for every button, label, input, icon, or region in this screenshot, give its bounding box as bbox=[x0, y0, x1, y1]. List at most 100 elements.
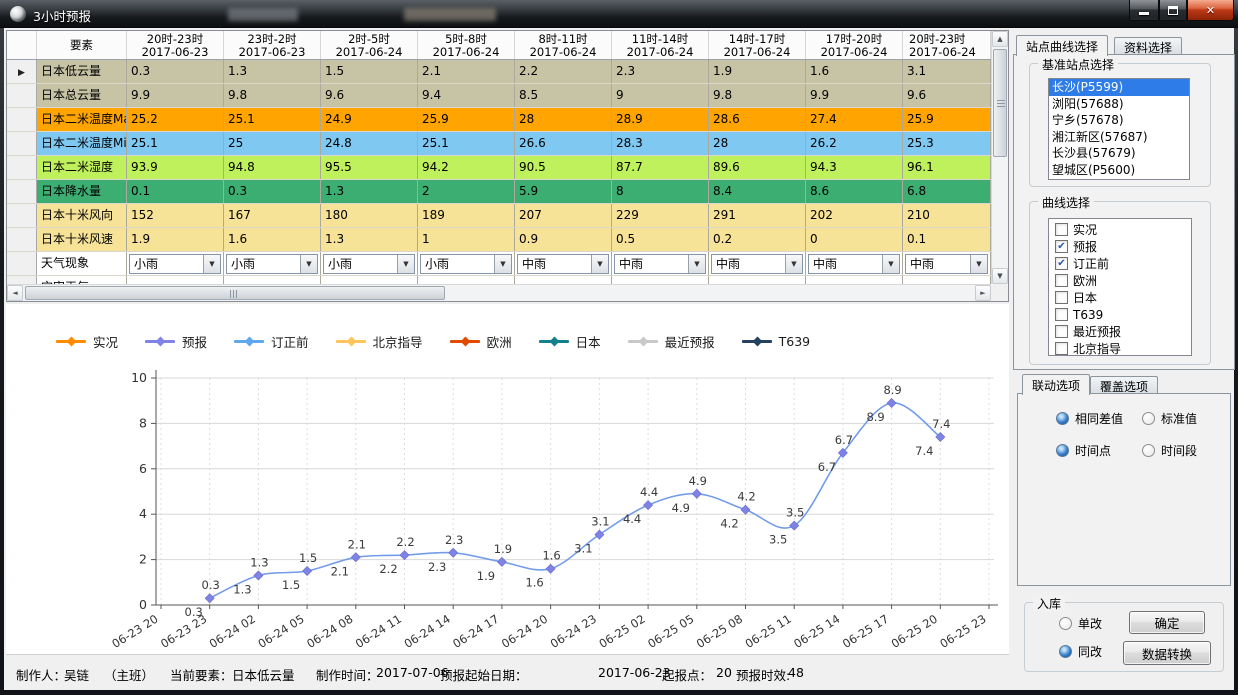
value-cell[interactable]: 1.3 bbox=[321, 180, 418, 203]
value-cell[interactable]: 9.9 bbox=[127, 84, 224, 107]
row-selector[interactable] bbox=[7, 276, 37, 284]
row-selector[interactable] bbox=[7, 228, 37, 251]
checkbox-icon[interactable] bbox=[1055, 308, 1068, 321]
weather-combobox[interactable]: 中雨▼ bbox=[905, 254, 988, 274]
value-cell[interactable]: 9.6 bbox=[903, 84, 991, 107]
row-selector[interactable] bbox=[7, 180, 37, 203]
value-cell[interactable]: 25.9 bbox=[418, 108, 515, 131]
time-column-header[interactable]: 20时-23时2017-06-23 bbox=[127, 31, 224, 59]
dropdown-arrow-icon[interactable]: ▼ bbox=[300, 255, 317, 273]
value-cell[interactable] bbox=[612, 276, 709, 284]
value-cell[interactable]: 95.5 bbox=[321, 156, 418, 179]
time-column-header[interactable]: 11时-14时2017-06-24 bbox=[612, 31, 709, 59]
value-cell[interactable]: 3.1 bbox=[903, 60, 991, 83]
curve-checkbox-row[interactable]: T639 bbox=[1049, 306, 1191, 323]
radio-icon[interactable] bbox=[1059, 645, 1072, 658]
radio-icon[interactable] bbox=[1059, 617, 1072, 630]
value-cell[interactable]: 1.3 bbox=[321, 228, 418, 251]
value-cell[interactable]: 5.9 bbox=[515, 180, 612, 203]
dropdown-arrow-icon[interactable]: ▼ bbox=[203, 255, 220, 273]
time-column-header[interactable]: 20时-23时2017-06-24 bbox=[903, 31, 991, 59]
station-option[interactable]: 宁乡(57678) bbox=[1049, 112, 1189, 129]
value-cell[interactable]: 0.3 bbox=[224, 180, 321, 203]
dropdown-arrow-icon[interactable]: ▼ bbox=[397, 255, 414, 273]
radio-option[interactable]: 相同差值 bbox=[1056, 410, 1123, 427]
value-cell[interactable]: 1 bbox=[418, 228, 515, 251]
value-cell[interactable] bbox=[709, 276, 806, 284]
value-cell[interactable]: 6.8 bbox=[903, 180, 991, 203]
value-cell[interactable]: 2 bbox=[418, 180, 515, 203]
value-cell[interactable]: 0.9 bbox=[515, 228, 612, 251]
weather-combobox[interactable]: 中雨▼ bbox=[517, 254, 609, 274]
minimize-button[interactable] bbox=[1129, 0, 1159, 21]
value-cell[interactable]: 2.1 bbox=[418, 60, 515, 83]
radio-icon[interactable] bbox=[1056, 444, 1069, 457]
vertical-scrollbar[interactable]: ▲ ▼ bbox=[991, 31, 1008, 284]
value-cell[interactable]: 152 bbox=[127, 204, 224, 227]
value-cell[interactable]: 0.1 bbox=[903, 228, 991, 251]
weather-combobox[interactable]: 小雨▼ bbox=[420, 254, 512, 274]
value-cell[interactable]: 25.1 bbox=[418, 132, 515, 155]
close-button[interactable]: ✕ bbox=[1187, 0, 1234, 21]
value-cell[interactable]: 26.2 bbox=[806, 132, 903, 155]
value-cell[interactable]: 180 bbox=[321, 204, 418, 227]
value-cell[interactable]: 93.9 bbox=[127, 156, 224, 179]
radio-option[interactable]: 时间段 bbox=[1142, 442, 1197, 459]
value-cell[interactable]: 229 bbox=[612, 204, 709, 227]
value-cell[interactable]: 8.4 bbox=[709, 180, 806, 203]
value-cell[interactable]: 9.9 bbox=[806, 84, 903, 107]
curve-checkbox-row[interactable]: 日本 bbox=[1049, 289, 1191, 306]
time-column-header[interactable]: 23时-2时2017-06-23 bbox=[224, 31, 321, 59]
value-cell[interactable]: 26.6 bbox=[515, 132, 612, 155]
weather-combobox[interactable]: 中雨▼ bbox=[711, 254, 803, 274]
value-cell[interactable] bbox=[418, 276, 515, 284]
vertical-scroll-thumb[interactable] bbox=[993, 49, 1007, 157]
weather-combobox[interactable]: 中雨▼ bbox=[614, 254, 706, 274]
curve-checkbox-list[interactable]: 实况✔预报✔订正前欧洲日本T639最近预报北京指导 bbox=[1048, 218, 1192, 356]
dropdown-arrow-icon[interactable]: ▼ bbox=[591, 255, 608, 273]
value-cell[interactable]: 25.1 bbox=[224, 108, 321, 131]
value-cell[interactable]: 94.3 bbox=[806, 156, 903, 179]
value-cell[interactable]: 9.4 bbox=[418, 84, 515, 107]
value-cell[interactable]: 1.3 bbox=[224, 60, 321, 83]
value-cell[interactable]: 87.7 bbox=[612, 156, 709, 179]
radio-option[interactable]: 同改 bbox=[1059, 643, 1102, 660]
value-cell[interactable]: 24.8 bbox=[321, 132, 418, 155]
value-cell[interactable]: 96.1 bbox=[903, 156, 991, 179]
station-option[interactable]: 湘江新区(57687) bbox=[1049, 129, 1189, 146]
maximize-button[interactable] bbox=[1159, 0, 1187, 21]
weather-combobox[interactable]: 小雨▼ bbox=[323, 254, 415, 274]
curve-checkbox-row[interactable]: ✔订正前 bbox=[1049, 255, 1191, 272]
value-cell[interactable]: 90.5 bbox=[515, 156, 612, 179]
value-cell[interactable]: 28 bbox=[515, 108, 612, 131]
value-cell[interactable]: 0.1 bbox=[127, 180, 224, 203]
checkbox-icon[interactable] bbox=[1055, 223, 1068, 236]
row-selector[interactable] bbox=[7, 108, 37, 131]
time-column-header[interactable]: 5时-8时2017-06-24 bbox=[418, 31, 515, 59]
value-cell[interactable]: 89.6 bbox=[709, 156, 806, 179]
value-cell[interactable]: 2.2 bbox=[515, 60, 612, 83]
scroll-down-icon[interactable]: ▼ bbox=[992, 268, 1008, 284]
checkbox-icon[interactable] bbox=[1055, 342, 1068, 355]
value-cell[interactable]: 25.3 bbox=[903, 132, 991, 155]
value-cell[interactable]: 28.6 bbox=[709, 108, 806, 131]
value-cell[interactable]: 94.2 bbox=[418, 156, 515, 179]
tab-link-options[interactable]: 联动选项 bbox=[1022, 374, 1090, 395]
horizontal-scroll-thumb[interactable] bbox=[25, 286, 445, 300]
curve-checkbox-row[interactable]: 欧洲 bbox=[1049, 272, 1191, 289]
radio-icon[interactable] bbox=[1056, 412, 1069, 425]
scroll-right-icon[interactable]: ► bbox=[975, 285, 991, 301]
tab-station-curve-select[interactable]: 站点曲线选择 bbox=[1016, 35, 1108, 56]
value-cell[interactable]: 1.6 bbox=[224, 228, 321, 251]
value-cell[interactable]: 0.2 bbox=[709, 228, 806, 251]
radio-option[interactable]: 时间点 bbox=[1056, 442, 1111, 459]
value-cell[interactable]: 9 bbox=[612, 84, 709, 107]
radio-option[interactable]: 标准值 bbox=[1142, 410, 1197, 427]
curve-checkbox-row[interactable]: ✔预报 bbox=[1049, 238, 1191, 255]
time-column-header[interactable]: 17时-20时2017-06-24 bbox=[806, 31, 903, 59]
time-column-header[interactable]: 14时-17时2017-06-24 bbox=[709, 31, 806, 59]
station-option[interactable]: 望城区(P5600) bbox=[1049, 162, 1189, 179]
station-option[interactable]: 长沙(P5599) bbox=[1049, 79, 1189, 96]
value-cell[interactable]: 8.5 bbox=[515, 84, 612, 107]
scroll-left-icon[interactable]: ◄ bbox=[7, 285, 23, 301]
